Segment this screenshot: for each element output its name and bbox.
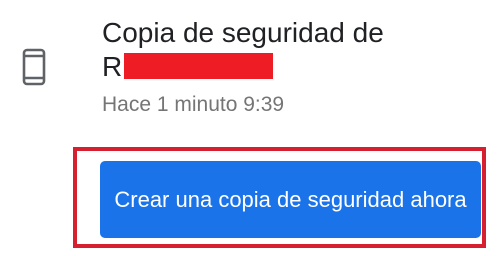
smartphone-icon — [22, 48, 46, 86]
backup-title-account: R — [102, 50, 274, 84]
account-initial: R — [102, 51, 123, 82]
backup-title: Copia de seguridad de — [102, 17, 384, 48]
backup-timestamp: Hace 1 minuto 9:39 — [102, 93, 285, 116]
redaction-bar — [124, 53, 274, 79]
backup-now-label: Crear una copia de seguridad ahora — [114, 187, 467, 212]
backup-screen: Copia de seguridad de R Hace 1 minuto 9:… — [0, 0, 500, 256]
backup-now-button[interactable]: Crear una copia de seguridad ahora — [100, 161, 481, 238]
